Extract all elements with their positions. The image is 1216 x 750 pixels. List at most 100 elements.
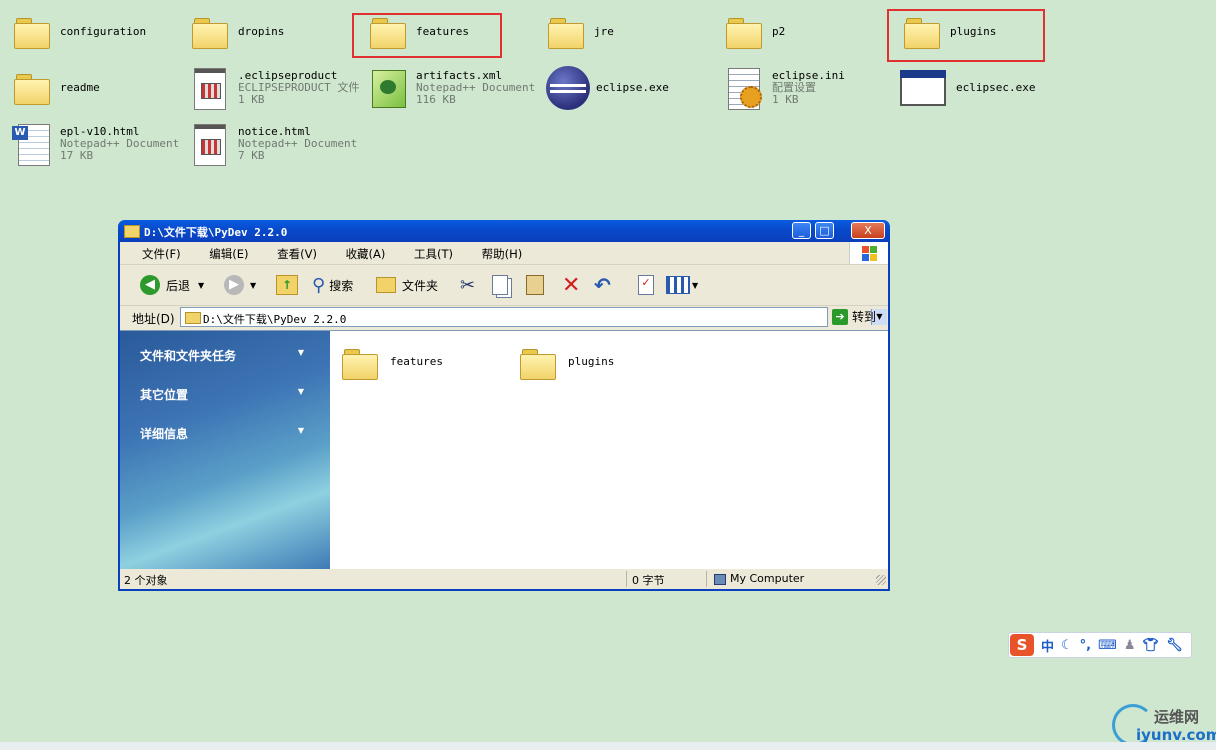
desktop-folder-jre[interactable]: jre bbox=[546, 8, 614, 56]
back-label: 后退 bbox=[166, 278, 191, 293]
go-button[interactable]: ➔ 转到 bbox=[832, 308, 876, 325]
folder-icon bbox=[724, 10, 764, 54]
keyboard-icon[interactable]: ⌨ bbox=[1098, 638, 1117, 653]
forward-button[interactable]: ▶ ▼ bbox=[224, 274, 256, 296]
back-button[interactable]: ◀ 后退 ▼ bbox=[140, 274, 204, 296]
window-title: D:\文件下载\PyDev 2.2.0 bbox=[144, 226, 288, 239]
desktop-folder-configuration[interactable]: configuration bbox=[12, 8, 146, 56]
windows-logo-icon bbox=[849, 242, 888, 264]
item-size: 116 KB bbox=[416, 93, 456, 106]
folder-icon bbox=[376, 277, 396, 293]
ime-mode[interactable]: 中 bbox=[1041, 636, 1054, 655]
item-size: 17 KB bbox=[60, 149, 94, 162]
folder-icon bbox=[124, 225, 140, 238]
menu-help[interactable]: 帮助(H) bbox=[482, 246, 523, 262]
forward-arrow-icon: ▶ bbox=[224, 275, 244, 295]
task-section-file-folder[interactable]: 文件和文件夹任务 ▼ bbox=[140, 347, 310, 364]
folders-button[interactable]: 文件夹 bbox=[376, 274, 438, 296]
chevron-down-icon: ▼ bbox=[692, 280, 699, 290]
word-document-icon: W bbox=[12, 122, 52, 166]
close-button[interactable]: X bbox=[851, 222, 885, 239]
menu-file[interactable]: 文件(F) bbox=[142, 246, 181, 262]
shirt-icon[interactable]: 👕︎ bbox=[1143, 638, 1160, 653]
address-value: D:\文件下载\PyDev 2.2.0 bbox=[203, 313, 347, 326]
item-label: eclipse.exe bbox=[596, 81, 669, 94]
desktop-file-eclipseproduct[interactable]: .eclipseproduct ECLIPSEPRODUCT 文件 1 KB bbox=[190, 64, 359, 112]
user-icon[interactable]: ♟ bbox=[1124, 638, 1136, 653]
status-size: 0 字节 bbox=[632, 574, 665, 587]
item-size: 1 KB bbox=[238, 93, 265, 106]
go-arrow-icon: ➔ bbox=[832, 308, 848, 325]
folder-icon bbox=[12, 10, 52, 54]
status-divider bbox=[626, 571, 627, 587]
cut-button[interactable]: ✂ bbox=[460, 274, 475, 296]
desktop-file-eclipse-exe[interactable]: eclipse.exe bbox=[546, 64, 669, 112]
go-label: 转到 bbox=[852, 310, 877, 324]
copy-button[interactable] bbox=[492, 274, 508, 296]
desktop-folder-dropins[interactable]: dropins bbox=[190, 8, 284, 56]
up-folder-button[interactable]: ↑ bbox=[276, 274, 298, 296]
minimize-button[interactable]: _ bbox=[792, 222, 811, 239]
computer-icon bbox=[714, 573, 726, 585]
item-label: dropins bbox=[238, 25, 285, 38]
desktop-file-epl-html[interactable]: W epl-v10.html Notepad++ Document 17 KB bbox=[12, 120, 179, 168]
file-folder-plugins[interactable]: plugins bbox=[518, 341, 614, 381]
menu-view[interactable]: 查看(V) bbox=[277, 246, 317, 262]
highlight-box bbox=[352, 13, 502, 58]
status-count: 2 个对象 bbox=[124, 574, 168, 587]
punctuation-icon[interactable]: °, bbox=[1080, 638, 1091, 653]
bottom-strip bbox=[0, 742, 1216, 750]
ime-toolbar: S 中 ☾ °, ⌨ ♟ 👕︎ 🔧︎ bbox=[1008, 632, 1192, 658]
task-section-details[interactable]: 详细信息 ▼ bbox=[140, 425, 310, 442]
scissors-icon: ✂ bbox=[460, 274, 476, 296]
menu-bar: 文件(F) 编辑(E) 查看(V) 收藏(A) 工具(T) 帮助(H) bbox=[120, 242, 888, 265]
address-bar: 地址(D) D:\文件下载\PyDev 2.2.0 ▼ ➔ 转到 bbox=[120, 306, 888, 328]
folder-icon bbox=[12, 66, 52, 110]
notepadpp-icon bbox=[368, 66, 408, 110]
content-area: 文件和文件夹任务 ▼ 其它位置 ▼ 详细信息 ▼ features plugin… bbox=[120, 330, 888, 569]
address-label: 地址(D) bbox=[132, 312, 175, 326]
properties-icon: ✓ bbox=[638, 275, 654, 295]
chevron-down-icon: ▼ bbox=[297, 387, 304, 396]
paste-button[interactable] bbox=[526, 274, 544, 296]
file-folder-features[interactable]: features bbox=[340, 341, 443, 381]
document-icon bbox=[190, 122, 230, 166]
views-button[interactable]: ▼ bbox=[666, 274, 698, 296]
resize-grip-icon[interactable] bbox=[876, 575, 886, 585]
delete-button[interactable]: ✕ bbox=[562, 273, 580, 298]
status-divider bbox=[706, 571, 707, 587]
title-bar[interactable]: D:\文件下载\PyDev 2.2.0 _ □ X bbox=[118, 220, 890, 242]
sogou-logo-icon[interactable]: S bbox=[1010, 634, 1034, 656]
undo-button[interactable]: ↶ bbox=[594, 273, 611, 297]
item-size: 1 KB bbox=[772, 93, 799, 106]
wrench-icon[interactable]: 🔧︎ bbox=[1166, 638, 1183, 653]
toolbar: ◀ 后退 ▼ ▶ ▼ ↑ ⚲ 搜索 文件夹 ✂ ✕ ↶ ✓ ▼ bbox=[120, 265, 888, 306]
item-label: plugins bbox=[568, 354, 615, 368]
status-bar: 2 个对象 0 字节 My Computer bbox=[120, 569, 888, 589]
folder-icon bbox=[190, 10, 230, 54]
properties-button[interactable]: ✓ bbox=[638, 274, 654, 296]
menu-tools[interactable]: 工具(T) bbox=[414, 246, 453, 262]
item-label: features bbox=[390, 354, 443, 368]
views-icon bbox=[666, 276, 690, 294]
desktop-folder-p2[interactable]: p2 bbox=[724, 8, 785, 56]
maximize-button[interactable]: □ bbox=[815, 222, 834, 239]
address-input[interactable]: D:\文件下载\PyDev 2.2.0 ▼ bbox=[180, 307, 887, 327]
desktop-file-eclipse-ini[interactable]: eclipse.ini 配置设置 1 KB bbox=[724, 64, 845, 112]
chevron-down-icon: ▼ bbox=[250, 280, 257, 290]
menu-favorites[interactable]: 收藏(A) bbox=[346, 246, 386, 262]
moon-icon[interactable]: ☾ bbox=[1061, 638, 1073, 653]
document-icon bbox=[190, 66, 230, 110]
search-button[interactable]: ⚲ 搜索 bbox=[312, 274, 353, 296]
folder-icon bbox=[546, 10, 586, 54]
task-section-other-places[interactable]: 其它位置 ▼ bbox=[140, 386, 310, 403]
back-arrow-icon: ◀ bbox=[140, 275, 160, 295]
desktop-file-notice-html[interactable]: notice.html Notepad++ Document 7 KB bbox=[190, 120, 357, 168]
desktop-file-artifacts[interactable]: artifacts.xml Notepad++ Document 116 KB bbox=[368, 64, 535, 112]
item-label: readme bbox=[60, 81, 100, 94]
application-window-icon bbox=[900, 66, 948, 110]
desktop-folder-readme[interactable]: readme bbox=[12, 64, 100, 112]
menu-edit[interactable]: 编辑(E) bbox=[209, 246, 248, 262]
undo-icon: ↶ bbox=[594, 273, 611, 297]
desktop-file-eclipsec-exe[interactable]: eclipsec.exe bbox=[900, 64, 1035, 112]
